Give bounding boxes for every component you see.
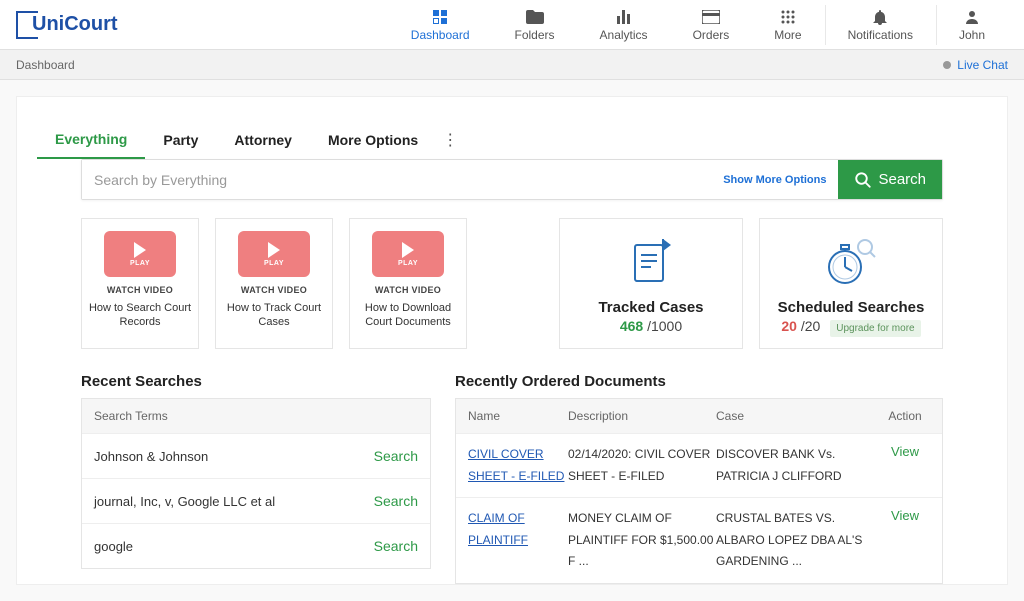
col-case: Case bbox=[716, 409, 880, 423]
nav-label: Folders bbox=[515, 28, 555, 42]
nav-label: Notifications bbox=[848, 28, 913, 42]
analytics-icon bbox=[616, 8, 632, 26]
nav-folders[interactable]: Folders bbox=[493, 0, 578, 50]
scheduled-value: 20 /20 Upgrade for more bbox=[781, 318, 920, 334]
nav-more[interactable]: More bbox=[752, 0, 824, 50]
content: Everything Party Attorney More Options ⋮… bbox=[0, 80, 1024, 601]
logo[interactable]: UniCourt bbox=[16, 11, 118, 39]
search-bar: Show More Options Search bbox=[81, 159, 943, 200]
nav-label: Analytics bbox=[600, 28, 648, 42]
stopwatch-search-icon bbox=[819, 233, 883, 289]
logo-text: UniCourt bbox=[32, 13, 118, 36]
search-term: google bbox=[94, 539, 374, 554]
folder-icon bbox=[526, 8, 544, 26]
ordered-documents: Recently Ordered Documents Name Descript… bbox=[455, 373, 943, 584]
doc-desc: MONEY CLAIM OF PLAINTIFF FOR $1,500.00 F… bbox=[568, 508, 716, 573]
search-action[interactable]: Search bbox=[374, 493, 418, 509]
doc-desc: 02/14/2020: CIVIL COVER SHEET - E-FILED bbox=[568, 444, 716, 487]
breadcrumb: Dashboard bbox=[16, 58, 75, 72]
table-header: Name Description Case Action bbox=[456, 399, 942, 433]
tab-attorney[interactable]: Attorney bbox=[216, 122, 310, 158]
table-row: Johnson & Johnson Search bbox=[82, 433, 430, 478]
recent-searches-table: Search Terms Johnson & Johnson Search jo… bbox=[81, 398, 431, 569]
table-row: journal, Inc, v, Google LLC et al Search bbox=[82, 478, 430, 523]
document-flag-icon bbox=[623, 233, 679, 289]
play-icon: PLAY bbox=[238, 231, 310, 277]
logo-bracket-icon bbox=[16, 11, 30, 39]
more-icon bbox=[781, 8, 795, 26]
play-icon: PLAY bbox=[372, 231, 444, 277]
watch-label: WATCH VIDEO bbox=[88, 285, 192, 295]
search-button-label: Search bbox=[878, 171, 926, 188]
nav-orders[interactable]: Orders bbox=[671, 0, 753, 50]
video-title: How to Track Court Cases bbox=[222, 301, 326, 330]
panel: Everything Party Attorney More Options ⋮… bbox=[16, 96, 1008, 585]
upgrade-link[interactable]: Upgrade for more bbox=[830, 320, 920, 337]
search-tabs: Everything Party Attorney More Options ⋮ bbox=[17, 121, 1007, 159]
user-icon bbox=[965, 8, 979, 26]
view-action[interactable]: View bbox=[880, 508, 930, 523]
doc-name-link[interactable]: CLAIM OF PLAINTIFF bbox=[468, 508, 568, 551]
search-action[interactable]: Search bbox=[374, 448, 418, 464]
ordered-docs-title: Recently Ordered Documents bbox=[455, 373, 943, 390]
doc-case: CRUSTAL BATES VS. ALBARO LOPEZ DBA AL'S … bbox=[716, 508, 880, 573]
tracked-title: Tracked Cases bbox=[598, 299, 703, 316]
nav-notifications[interactable]: Notifications bbox=[826, 0, 936, 50]
bell-icon bbox=[873, 8, 887, 26]
play-icon: PLAY bbox=[104, 231, 176, 277]
video-title: How to Download Court Documents bbox=[356, 301, 460, 330]
table-row: CLAIM OF PLAINTIFF MONEY CLAIM OF PLAINT… bbox=[456, 497, 942, 583]
topbar: UniCourt Dashboard Folders Analytics Ord… bbox=[0, 0, 1024, 50]
doc-name-link[interactable]: CIVIL COVER SHEET - E-FILED bbox=[468, 444, 568, 487]
col-action: Action bbox=[880, 409, 930, 423]
nav-label: Orders bbox=[693, 28, 730, 42]
kebab-icon[interactable]: ⋮ bbox=[442, 130, 458, 150]
tracked-cases-card[interactable]: Tracked Cases 468 /1000 bbox=[559, 218, 743, 349]
nav-label: More bbox=[774, 28, 801, 42]
video-card-track[interactable]: PLAY WATCH VIDEO How to Track Court Case… bbox=[215, 218, 333, 349]
search-icon bbox=[854, 171, 872, 189]
search-button[interactable]: Search bbox=[838, 160, 942, 199]
bottom-row: Recent Searches Search Terms Johnson & J… bbox=[17, 373, 1007, 584]
video-title: How to Search Court Records bbox=[88, 301, 192, 330]
col-search-terms: Search Terms bbox=[94, 409, 168, 423]
tab-party[interactable]: Party bbox=[145, 122, 216, 158]
recent-searches: Recent Searches Search Terms Johnson & J… bbox=[81, 373, 431, 584]
watch-label: WATCH VIDEO bbox=[356, 285, 460, 295]
breadcrumb-bar: Dashboard Live Chat bbox=[0, 50, 1024, 80]
nav-dashboard[interactable]: Dashboard bbox=[389, 0, 493, 50]
nav-label: John bbox=[959, 28, 985, 42]
view-action[interactable]: View bbox=[880, 444, 930, 459]
scheduled-title: Scheduled Searches bbox=[778, 299, 925, 316]
status-dot-icon bbox=[943, 61, 951, 69]
recent-searches-title: Recent Searches bbox=[81, 373, 431, 390]
nav-user[interactable]: John bbox=[937, 0, 1008, 50]
search-input[interactable] bbox=[82, 160, 711, 199]
col-name: Name bbox=[468, 409, 568, 423]
scheduled-searches-card[interactable]: Scheduled Searches 20 /20 Upgrade for mo… bbox=[759, 218, 943, 349]
live-chat-label: Live Chat bbox=[957, 58, 1008, 72]
video-card-search[interactable]: PLAY WATCH VIDEO How to Search Court Rec… bbox=[81, 218, 199, 349]
ordered-docs-table: Name Description Case Action CIVIL COVER… bbox=[455, 398, 943, 584]
tab-more-options[interactable]: More Options bbox=[310, 122, 436, 158]
tab-everything[interactable]: Everything bbox=[37, 121, 145, 159]
live-chat[interactable]: Live Chat bbox=[943, 58, 1008, 72]
search-action[interactable]: Search bbox=[374, 538, 418, 554]
col-desc: Description bbox=[568, 409, 716, 423]
nav-label: Dashboard bbox=[411, 28, 470, 42]
search-term: journal, Inc, v, Google LLC et al bbox=[94, 494, 374, 509]
video-card-download[interactable]: PLAY WATCH VIDEO How to Download Court D… bbox=[349, 218, 467, 349]
doc-case: DISCOVER BANK Vs. PATRICIA J CLIFFORD bbox=[716, 444, 880, 487]
search-term: Johnson & Johnson bbox=[94, 449, 374, 464]
dashboard-icon bbox=[433, 8, 447, 26]
cards-row: PLAY WATCH VIDEO How to Search Court Rec… bbox=[17, 218, 1007, 373]
table-row: CIVIL COVER SHEET - E-FILED 02/14/2020: … bbox=[456, 433, 942, 497]
nav-analytics[interactable]: Analytics bbox=[578, 0, 671, 50]
orders-icon bbox=[702, 8, 720, 26]
tracked-value: 468 /1000 bbox=[620, 318, 682, 334]
table-header: Search Terms bbox=[82, 399, 430, 433]
watch-label: WATCH VIDEO bbox=[222, 285, 326, 295]
show-more-options[interactable]: Show More Options bbox=[711, 160, 838, 199]
